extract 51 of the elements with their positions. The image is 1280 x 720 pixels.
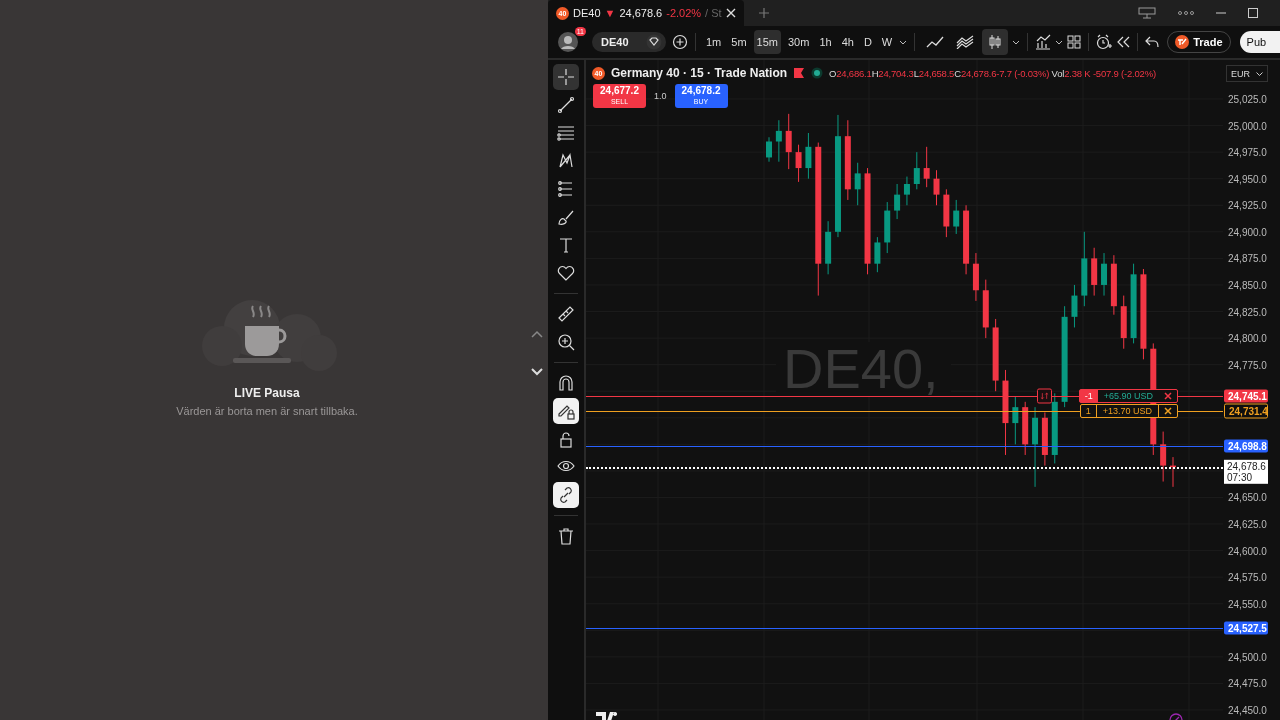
interval-button[interactable]: 1m	[703, 30, 725, 54]
price-axis-label: 24,850.0	[1228, 279, 1267, 291]
current-price-label: 24,678.6 07:30	[1224, 459, 1268, 484]
interval-button[interactable]: W	[878, 30, 896, 54]
tab-symbol: DE40	[573, 7, 601, 19]
pause-message: Värden är borta men är snart tillbaka.	[176, 404, 358, 417]
profit-text: +13.70 USD	[1096, 404, 1159, 417]
price-axis-label: 24,475.0	[1228, 677, 1267, 689]
price-label: 24,731.4	[1224, 403, 1268, 419]
price-axis-label: 24,450.0	[1228, 704, 1267, 716]
price-axis-label: 24,925.0	[1228, 199, 1267, 211]
interval-button[interactable]: 15m	[753, 30, 781, 54]
price-label: 24,745.1	[1224, 389, 1268, 403]
position-label[interactable]: 1 +13.70 USD	[1079, 403, 1178, 418]
chart-title[interactable]: Germany 40 · 15 · Trade Nation	[611, 66, 788, 80]
price-axis-label: 24,975.0	[1228, 146, 1267, 158]
interval-button[interactable]: 1h	[816, 30, 835, 54]
interval-button[interactable]: 5m	[728, 30, 750, 54]
pause-title: LIVE Pausa	[234, 385, 300, 400]
interval-button[interactable]: 30m	[784, 30, 813, 54]
position-quantity: -1	[1079, 390, 1098, 403]
price-axis-label: 24,575.0	[1228, 571, 1267, 583]
price-axis-label: 24,825.0	[1228, 306, 1267, 317]
trade-button[interactable]: Trade	[1167, 31, 1231, 53]
price-axis-label: 24,800.0	[1228, 332, 1267, 344]
price-axis-label: 24,950.0	[1228, 173, 1267, 185]
down-arrow-text: ▼	[604, 7, 616, 19]
profit-text: +65.90 USD	[1102, 390, 1154, 403]
price-axis-label: 24,875.0	[1228, 252, 1267, 264]
price-axis-label: 24,625.0	[1228, 518, 1267, 530]
price-axis-label: 25,025.0	[1228, 93, 1267, 105]
position-label[interactable]: -1 +65.90 USD	[1078, 389, 1178, 404]
price-axis-label: 24,600.0	[1228, 545, 1267, 557]
quantity-text: 1.0	[654, 91, 667, 101]
tab-title: / St	[705, 7, 722, 19]
price-axis-label: 24,550.0	[1228, 598, 1267, 610]
position-quantity: 1	[1080, 404, 1097, 417]
publish-button[interactable]: Pub	[1239, 31, 1280, 53]
price-axis-label: 24,650.0	[1228, 491, 1267, 503]
currency-dropdown[interactable]: EUR	[1226, 65, 1268, 82]
price-axis-label: 24,500.0	[1228, 651, 1267, 663]
price-label: 24,527.5	[1224, 621, 1268, 635]
price-label: 24,698.8	[1224, 439, 1268, 453]
price-axis-label: 24,900.0	[1228, 226, 1267, 238]
interval-button[interactable]: 4h	[838, 30, 857, 54]
tab-price: 24,678.6	[619, 7, 663, 19]
tab-change: -2.02%	[666, 7, 702, 19]
price-axis-label: 24,775.0	[1228, 359, 1267, 371]
ohlc-values: O24,686.1H24,704.3L24,658.5C24,678.6-7.7 (-0.03%) Vol2.38 K -507.9 (-2.02%)	[829, 67, 1156, 79]
price-axis-label: 25,000.0	[1228, 120, 1267, 132]
interval-button[interactable]: D	[860, 30, 875, 54]
